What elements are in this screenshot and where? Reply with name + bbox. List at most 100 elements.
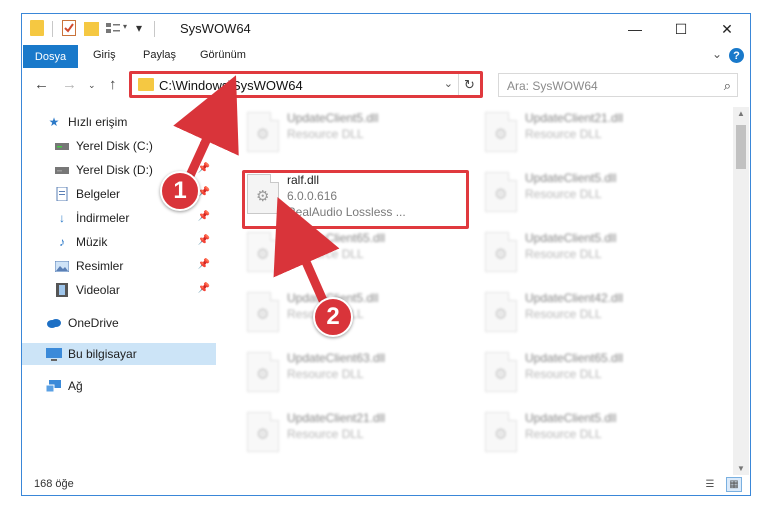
address-row: ← → ⌄ ↑ C:\Windows\SysWOW64 ⌄ ↻ Ara: Sys… — [22, 71, 750, 99]
scroll-down-icon[interactable]: ▼ — [737, 464, 745, 473]
dll-file-icon: ⚙ — [485, 292, 517, 332]
expand-ribbon-icon[interactable]: ⌄ — [712, 47, 722, 61]
file-type: Resource DLL — [525, 427, 602, 441]
dll-file-icon: ⚙ — [247, 352, 279, 392]
callout-badge-2: 2 — [313, 297, 353, 337]
dll-file-icon: ⚙ — [485, 172, 517, 212]
documents-icon — [54, 187, 70, 201]
sidebar-item-videos[interactable]: Videolar 📌 — [22, 279, 216, 301]
sidebar-item-onedrive[interactable]: OneDrive — [22, 312, 216, 334]
new-folder-icon[interactable] — [84, 22, 99, 36]
file-name: UpdateClient5.dll — [287, 111, 379, 125]
search-icon[interactable]: ⌕ — [724, 78, 731, 94]
tiles-view-icon[interactable]: ▦ — [726, 477, 742, 492]
search-input[interactable]: Ara: SysWOW64 ⌕ — [498, 73, 738, 97]
dll-file-icon: ⚙ — [247, 292, 279, 332]
recent-locations-icon[interactable]: ⌄ — [88, 80, 96, 91]
dll-file-icon: ⚙ — [247, 112, 279, 152]
quick-access-dropdown-icon[interactable]: ▾ — [123, 22, 127, 40]
sidebar-item-this-pc[interactable]: Bu bilgisayar — [22, 343, 216, 365]
up-arrow-icon[interactable]: ↑ — [109, 76, 117, 93]
drive-icon — [54, 139, 70, 153]
list-item[interactable]: ⚙ UpdateClient65.dll Resource DLL — [237, 227, 457, 277]
pin-icon[interactable]: 📌 — [198, 211, 210, 222]
file-type: Resource DLL — [287, 127, 364, 141]
file-name: UpdateClient5.dll — [525, 411, 617, 425]
file-type: Resource DLL — [525, 367, 602, 381]
file-name: UpdateClient21.dll — [525, 111, 624, 125]
list-item[interactable]: ⚙ UpdateClient5.dll Resource DLL — [475, 227, 695, 277]
dll-file-icon: ⚙ — [485, 112, 517, 152]
list-item[interactable]: ⚙ UpdateClient5.dll Resource DLL — [475, 167, 695, 217]
file-type: Resource DLL — [525, 127, 602, 141]
tab-file[interactable]: Dosya — [23, 45, 78, 68]
sidebar-item-label: Resimler — [76, 259, 124, 273]
scroll-up-icon[interactable]: ▲ — [737, 109, 745, 118]
scroll-thumb[interactable] — [736, 125, 746, 169]
forward-arrow-icon[interactable]: → — [62, 76, 77, 93]
file-name: UpdateClient21.dll — [287, 411, 386, 425]
sidebar-item-label: Hızlı erişim — [68, 115, 128, 129]
pin-icon[interactable]: 📌 — [198, 259, 210, 270]
sidebar-item-label: Yerel Disk (C:) — [76, 139, 153, 153]
sidebar-item-quick-access[interactable]: ★ Hızlı erişim — [22, 111, 216, 133]
sidebar-item-pictures[interactable]: Resimler 📌 — [22, 255, 216, 277]
music-icon: ♪ — [59, 235, 65, 249]
file-type: Resource DLL — [287, 427, 364, 441]
sidebar-item-label: İndirmeler — [76, 211, 130, 225]
file-name: UpdateClient63.dll — [287, 351, 386, 365]
tab-share[interactable]: Paylaş — [143, 49, 176, 61]
dll-file-icon: ⚙ — [485, 352, 517, 392]
folder-icon — [30, 20, 44, 36]
computer-icon — [46, 347, 62, 361]
drive-icon — [54, 163, 70, 177]
sidebar-item-label: OneDrive — [68, 316, 119, 330]
file-type: Resource DLL — [525, 307, 602, 321]
download-icon: ↓ — [59, 211, 65, 225]
list-item[interactable]: ⚙ UpdateClient21.dll Resource DLL — [475, 107, 695, 157]
dll-file-icon: ⚙ — [247, 232, 279, 272]
sidebar-item-disk-c[interactable]: Yerel Disk (C:) 📌 — [22, 135, 216, 157]
title-bar: ▾ ▾ SysWOW64 — ☐ ✕ — [22, 14, 750, 44]
sidebar-item-network[interactable]: Ağ — [22, 375, 216, 397]
minimize-button[interactable]: — — [612, 14, 658, 44]
vertical-scrollbar[interactable]: ▲ ▼ — [733, 107, 749, 475]
list-item[interactable]: ⚙ UpdateClient65.dll Resource DLL — [475, 347, 695, 397]
back-arrow-icon[interactable]: ← — [34, 76, 49, 93]
list-item[interactable]: ⚙ UpdateClient5.dll Resource DLL — [237, 107, 457, 157]
customize-quick-access-icon[interactable] — [106, 22, 120, 34]
star-icon: ★ — [48, 115, 60, 129]
tab-view[interactable]: Görünüm — [200, 49, 246, 61]
file-name: UpdateClient5.dll — [525, 171, 617, 185]
file-highlight-box — [242, 170, 469, 229]
sidebar-item-downloads[interactable]: ↓ İndirmeler 📌 — [22, 207, 216, 229]
list-item[interactable]: ⚙ UpdateClient63.dll Resource DLL — [237, 347, 457, 397]
window-title: SysWOW64 — [180, 21, 251, 36]
close-button[interactable]: ✕ — [704, 14, 750, 44]
status-bar: 168 öğe ☰ ▦ — [22, 475, 750, 495]
file-list: ⚙ UpdateClient5.dll Resource DLL ⚙ Updat… — [227, 107, 732, 463]
properties-icon[interactable] — [62, 20, 76, 36]
help-icon[interactable]: ? — [729, 48, 744, 63]
search-placeholder: Ara: SysWOW64 — [507, 79, 598, 93]
sidebar-item-label: Yerel Disk (D:) — [76, 163, 153, 177]
pin-icon[interactable]: 📌 — [198, 283, 210, 294]
pin-icon[interactable]: 📌 — [198, 163, 210, 174]
divider — [154, 21, 155, 37]
navigation-pane: ★ Hızlı erişim Yerel Disk (C:) 📌 Yerel D… — [22, 107, 216, 455]
sidebar-item-label: Videolar — [76, 283, 120, 297]
pin-icon[interactable]: 📌 — [198, 235, 210, 246]
list-item[interactable]: ⚙ UpdateClient21.dll Resource DLL — [237, 407, 457, 457]
pin-icon[interactable]: 📌 — [198, 139, 210, 150]
sidebar-item-music[interactable]: ♪ Müzik 📌 — [22, 231, 216, 253]
sidebar-item-label: Ağ — [68, 379, 83, 393]
quick-access-menu-icon[interactable]: ▾ — [136, 21, 142, 39]
sidebar-item-label: Bu bilgisayar — [68, 347, 137, 361]
details-view-icon[interactable]: ☰ — [702, 477, 718, 492]
maximize-button[interactable]: ☐ — [658, 14, 704, 44]
list-item[interactable]: ⚙ UpdateClient42.dll Resource DLL — [475, 287, 695, 337]
cloud-icon — [46, 316, 62, 330]
file-type: Resource DLL — [525, 187, 602, 201]
list-item[interactable]: ⚙ UpdateClient5.dll Resource DLL — [475, 407, 695, 457]
tab-home[interactable]: Giriş — [93, 49, 116, 61]
